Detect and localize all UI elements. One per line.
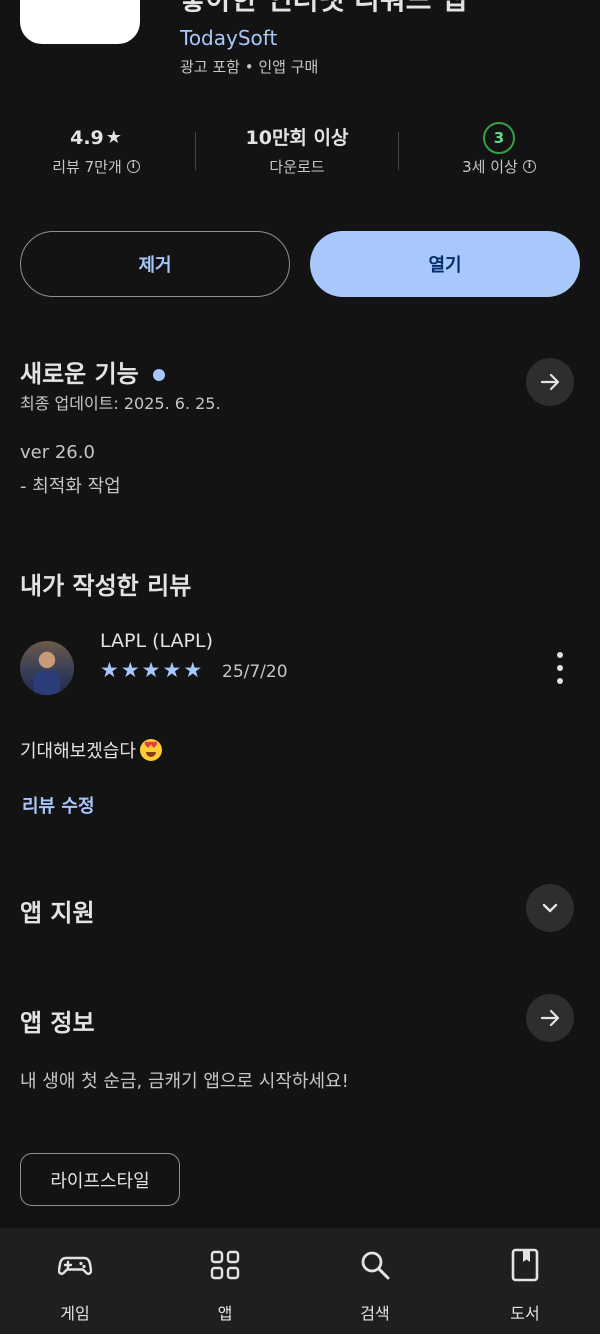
review-text-row: 기대해보겠습다	[20, 737, 162, 763]
gamepad-icon	[58, 1256, 92, 1275]
last-updated: 최종 업데이트: 2025. 6. 25.	[20, 394, 221, 413]
nav-item-search[interactable]: 검색	[300, 1228, 450, 1334]
content-rating-label: 3세 이상	[462, 158, 518, 176]
edit-review-link[interactable]: 리뷰 수정	[22, 792, 95, 818]
my-review-title: 내가 작성한 리뷰	[20, 572, 192, 600]
whats-new-title-text: 새로운 기능	[20, 360, 139, 388]
app-meta: 광고 포함 • 인앱 구매	[180, 58, 319, 76]
whats-new-title: 새로운 기능	[20, 354, 165, 389]
info-icon: i	[522, 160, 536, 173]
nav-item-apps[interactable]: 앱	[150, 1228, 300, 1334]
nav-item-books[interactable]: 도서	[450, 1228, 600, 1334]
nav-item-games[interactable]: 게임	[0, 1228, 150, 1334]
chevron-down-icon	[542, 903, 558, 913]
stat-rating[interactable]: 4.9 ★ 리뷰 7만개 i	[6, 124, 186, 177]
remove-button[interactable]: 제거	[20, 231, 290, 297]
nav-label-games: 게임	[60, 1304, 90, 1323]
info-icon: i	[126, 160, 140, 173]
search-icon	[361, 1251, 390, 1280]
heart-eyes-emoji-icon	[139, 739, 162, 761]
downloads-value: 10만회 이상	[245, 127, 349, 149]
book-icon	[511, 1248, 539, 1282]
content-rating-badge: 3	[483, 122, 515, 154]
star-icon: ★	[141, 658, 161, 682]
about-title: 앱 정보	[20, 1009, 95, 1037]
star-icon: ★	[162, 658, 182, 682]
stat-divider	[398, 132, 399, 170]
nav-label-books: 도서	[510, 1304, 540, 1323]
arrow-right-icon	[540, 373, 560, 391]
arrow-right-icon	[540, 1009, 560, 1027]
about-arrow-button[interactable]	[526, 994, 574, 1042]
review-text: 기대해보겠습다	[20, 741, 136, 762]
category-chip[interactable]: 라이프스타일	[20, 1153, 180, 1206]
star-icon: ★	[105, 127, 122, 148]
release-notes: - 최적화 작업	[20, 476, 121, 497]
star-icon: ★	[100, 658, 119, 682]
rating-value: 4.9	[70, 127, 104, 149]
app-support-title: 앱 지원	[20, 899, 95, 927]
apps-grid-icon	[210, 1250, 240, 1280]
app-icon	[20, 0, 140, 44]
reviewer-name: LAPL (LAPL)	[100, 630, 213, 652]
bottom-navigation: 게임 앱 검색 도서	[0, 1228, 600, 1334]
app-support-expand-button[interactable]	[526, 884, 574, 932]
open-button[interactable]: 열기	[310, 231, 580, 297]
star-icon: ★	[183, 658, 203, 682]
downloads-label: 다운로드	[269, 158, 325, 176]
rating-label: 리뷰 7만개	[52, 158, 122, 176]
nav-label-apps: 앱	[217, 1304, 233, 1323]
developer-link[interactable]: TodaySoft	[180, 26, 277, 50]
new-indicator-dot	[152, 369, 165, 381]
review-stars: ★ ★ ★ ★ ★	[100, 659, 202, 681]
app-title: 좋아한 인터넷 리워드 앱	[180, 0, 467, 14]
more-options-icon[interactable]	[548, 652, 572, 684]
avatar	[20, 641, 74, 695]
about-description: 내 생애 첫 순금, 금캐기 앱으로 시작하세요!	[20, 1071, 349, 1092]
stat-divider	[195, 132, 196, 170]
version-text: ver 26.0	[20, 442, 95, 463]
whats-new-arrow-button[interactable]	[526, 358, 574, 406]
stat-content-rating[interactable]: 3 3세 이상 i	[409, 122, 589, 177]
stat-downloads: 10만회 이상 다운로드	[207, 124, 387, 177]
star-icon: ★	[120, 658, 140, 682]
review-date: 25/7/20	[222, 662, 288, 682]
nav-label-search: 검색	[360, 1304, 390, 1323]
